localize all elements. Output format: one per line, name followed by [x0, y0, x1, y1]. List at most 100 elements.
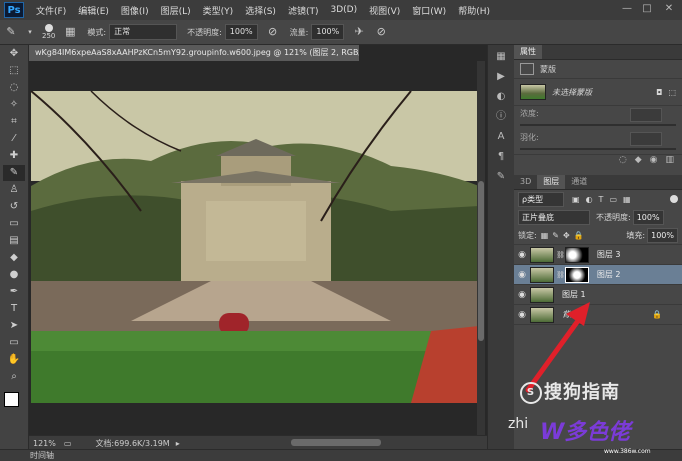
lock-position-icon[interactable]: ✥: [563, 231, 570, 240]
paragraph-panel-icon[interactable]: ¶: [492, 149, 510, 165]
visibility-eye-icon[interactable]: ◉: [514, 290, 530, 300]
layer-row-3[interactable]: ◉ ⛓ 图层 3: [514, 245, 682, 265]
add-pixel-mask-icon[interactable]: ◘: [656, 88, 662, 97]
lock-all-icon[interactable]: 🔒: [574, 231, 584, 240]
history-panel-icon[interactable]: ▦: [492, 49, 510, 65]
filter-adjustment-icon[interactable]: ◐: [586, 195, 593, 204]
density-track[interactable]: [520, 124, 676, 126]
zoom-tool-icon[interactable]: ⌕: [3, 369, 25, 385]
tab-layers[interactable]: 图层: [537, 175, 566, 189]
actions-panel-icon[interactable]: ▶: [492, 69, 510, 85]
layer-name[interactable]: 图层 1: [562, 289, 586, 300]
tab-channels[interactable]: 通道: [565, 175, 593, 189]
layer-name[interactable]: 图层 2: [597, 269, 621, 280]
brush-tool-icon[interactable]: ✎: [3, 165, 25, 181]
filter-shape-icon[interactable]: ▭: [609, 195, 617, 204]
pressure-opacity-icon[interactable]: ⊘: [266, 25, 280, 39]
document-tab[interactable]: wKg84IM6xpeAaS8xAAHPzKCn5mY92.groupinfo.…: [29, 45, 359, 61]
feather-track[interactable]: [520, 148, 676, 150]
info-panel-icon[interactable]: ⓘ: [492, 109, 510, 125]
vertical-scrollbar[interactable]: [477, 61, 485, 435]
pen-tool-icon[interactable]: ✒: [3, 284, 25, 300]
timeline-tab[interactable]: 时间轴: [30, 450, 54, 461]
filter-type-icon[interactable]: T: [599, 195, 604, 204]
filter-toggle[interactable]: [670, 195, 678, 203]
status-menu-icon[interactable]: ▭: [64, 439, 72, 448]
type-tool-icon[interactable]: T: [3, 301, 25, 317]
filter-pixel-icon[interactable]: ▣: [572, 195, 580, 204]
menu-view[interactable]: 视图(V): [363, 4, 406, 17]
delete-icon[interactable]: ▥: [665, 155, 674, 171]
layer-row-2[interactable]: ◉ ⛓ 图层 2: [514, 265, 682, 285]
crop-tool-icon[interactable]: ⌗: [3, 114, 25, 130]
layer-mask-thumbnail[interactable]: [564, 266, 589, 283]
layer-mask-thumbnail[interactable]: [564, 246, 589, 263]
menu-type[interactable]: 类型(Y): [197, 4, 240, 17]
move-tool-icon[interactable]: ✥: [3, 46, 25, 62]
lock-transparent-icon[interactable]: ▦: [541, 231, 549, 240]
chevron-down-icon[interactable]: ▾: [26, 25, 34, 39]
foreground-color-swatch[interactable]: [4, 392, 19, 407]
pressure-size-icon[interactable]: ⊘: [374, 25, 388, 39]
menu-image[interactable]: 图像(I): [115, 4, 155, 17]
lock-pixels-icon[interactable]: ✎: [552, 231, 559, 240]
flow-input[interactable]: 100%: [311, 24, 345, 40]
mode-dropdown[interactable]: 正常: [109, 24, 178, 40]
zoom-level[interactable]: 121%: [33, 439, 56, 448]
visibility-icon[interactable]: ◉: [650, 155, 658, 171]
menu-select[interactable]: 选择(S): [239, 4, 282, 17]
menu-help[interactable]: 帮助(H): [452, 4, 496, 17]
blend-mode-dropdown[interactable]: 正片叠底: [518, 209, 590, 225]
density-slider[interactable]: 浓度:: [514, 106, 682, 130]
eraser-tool-icon[interactable]: ▭: [3, 216, 25, 232]
minimize-button[interactable]: —: [620, 3, 634, 15]
layer-row-background[interactable]: ◉ 背景 🔒: [514, 305, 682, 325]
history-brush-tool-icon[interactable]: ↺: [3, 199, 25, 215]
visibility-eye-icon[interactable]: ◉: [514, 310, 530, 320]
menu-filter[interactable]: 滤镜(T): [282, 4, 325, 17]
eyedropper-tool-icon[interactable]: ⁄: [3, 131, 25, 147]
load-selection-icon[interactable]: ◌: [619, 155, 627, 171]
opacity-input[interactable]: 100%: [224, 24, 258, 40]
magic-wand-tool-icon[interactable]: ✧: [3, 97, 25, 113]
layer-name[interactable]: 背景: [562, 309, 578, 320]
blur-tool-icon[interactable]: ◆: [3, 250, 25, 266]
horizontal-scroll-thumb[interactable]: [291, 439, 381, 446]
layer-filter-dropdown[interactable]: ρ类型: [518, 191, 564, 207]
adjustments-panel-icon[interactable]: ◐: [492, 89, 510, 105]
hand-tool-icon[interactable]: ✋: [3, 352, 25, 368]
fill-input[interactable]: 100%: [647, 227, 678, 243]
vertical-scroll-thumb[interactable]: [478, 181, 484, 341]
path-selection-tool-icon[interactable]: ➤: [3, 318, 25, 334]
character-panel-icon[interactable]: A: [492, 129, 510, 145]
apply-mask-icon[interactable]: ◆: [635, 155, 642, 171]
visibility-eye-icon[interactable]: ◉: [514, 250, 530, 260]
add-vector-mask-icon[interactable]: ⬚: [668, 88, 676, 97]
density-input[interactable]: [630, 108, 662, 122]
visibility-eye-icon[interactable]: ◉: [514, 270, 530, 280]
brush-tool-icon[interactable]: ✎: [4, 25, 18, 39]
feather-input[interactable]: [630, 132, 662, 146]
menu-edit[interactable]: 编辑(E): [72, 4, 115, 17]
clone-stamp-tool-icon[interactable]: ♙: [3, 182, 25, 198]
maximize-button[interactable]: □: [640, 3, 654, 15]
lasso-tool-icon[interactable]: ◌: [3, 80, 25, 96]
color-swatches[interactable]: [0, 386, 28, 422]
menu-window[interactable]: 窗口(W): [406, 4, 452, 17]
gradient-tool-icon[interactable]: ▤: [3, 233, 25, 249]
brush-panel-icon[interactable]: ▦: [63, 25, 77, 39]
tab-3d[interactable]: 3D: [514, 175, 537, 189]
brush-presets-panel-icon[interactable]: ✎: [492, 169, 510, 185]
airbrush-icon[interactable]: ✈: [352, 25, 366, 39]
status-arrow-icon[interactable]: ▸: [176, 439, 180, 448]
menu-file[interactable]: 文件(F): [30, 4, 72, 17]
close-button[interactable]: ✕: [662, 3, 676, 15]
menu-3d[interactable]: 3D(D): [324, 5, 363, 15]
healing-brush-tool-icon[interactable]: ✚: [3, 148, 25, 164]
menu-layer[interactable]: 图层(L): [155, 4, 197, 17]
filter-smart-icon[interactable]: ▦: [623, 195, 631, 204]
dodge-tool-icon[interactable]: ●: [3, 267, 25, 283]
shape-tool-icon[interactable]: ▭: [3, 335, 25, 351]
feather-slider[interactable]: 羽化:: [514, 130, 682, 154]
layer-name[interactable]: 图层 3: [597, 249, 621, 260]
